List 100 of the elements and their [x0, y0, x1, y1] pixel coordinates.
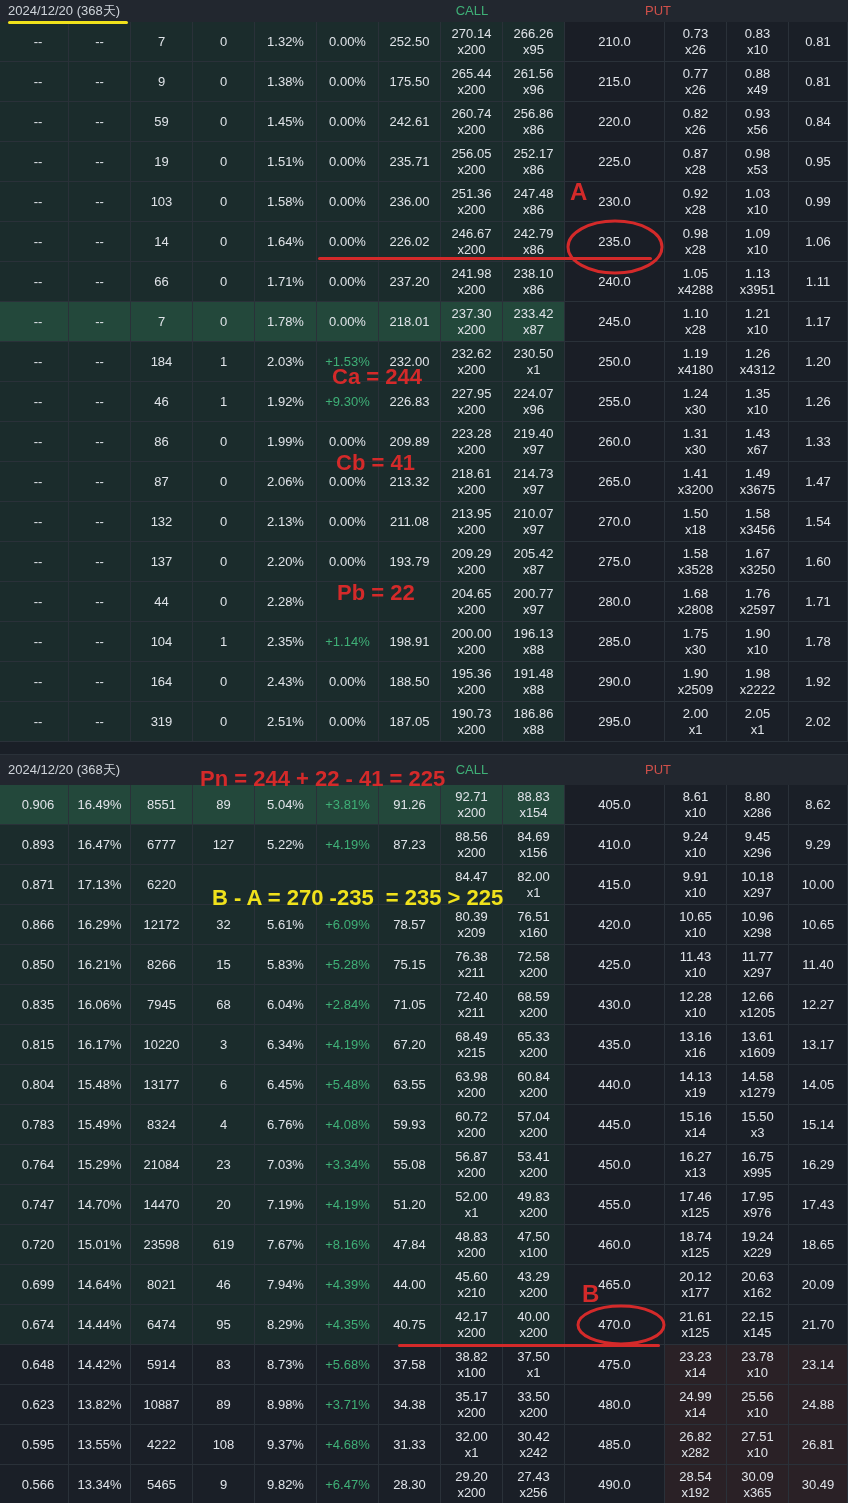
table-cell: 1.17	[789, 302, 848, 342]
quote-value: x13	[685, 1165, 706, 1181]
table-cell: 59.93	[379, 1105, 441, 1145]
quote-value: x10	[747, 642, 768, 658]
quote-value: x1205	[739, 1005, 776, 1021]
quote-value: x3	[750, 1125, 765, 1141]
table-cell: 6220	[131, 865, 193, 905]
quote-value: x10	[747, 402, 768, 418]
quote-value: x28	[685, 242, 706, 258]
table-cell: 24.88	[789, 1385, 848, 1425]
table-cell: 4	[193, 1105, 255, 1145]
table-cell: 7	[131, 302, 193, 342]
quote-value: 186.86	[513, 706, 554, 722]
quote-value: x14	[685, 1365, 706, 1381]
table-cell: 108	[193, 1425, 255, 1465]
table-cell: 0	[193, 182, 255, 222]
quote-value: 16.27	[679, 1149, 712, 1165]
table-cell: 425.0	[565, 945, 665, 985]
table-cell: 0	[193, 262, 255, 302]
quote-value: x2222	[739, 682, 776, 698]
quote-value: 196.13	[513, 626, 554, 642]
quote-value: 9.24	[682, 829, 709, 845]
quote-value: x10	[685, 805, 706, 821]
table-cell: --	[69, 182, 131, 222]
quote-value: 266.26	[513, 26, 554, 42]
quote-value: x10	[747, 202, 768, 218]
quote-value: 22.15	[741, 1309, 774, 1325]
table-cell: 13177	[131, 1065, 193, 1105]
table-cell: --	[0, 542, 69, 582]
table-cell: 0.804	[0, 1065, 69, 1105]
table-cell: 16.29%	[69, 905, 131, 945]
table-cell: --	[69, 622, 131, 662]
quote-value: 32.00	[455, 1429, 488, 1445]
table-cell: 1.78%	[255, 302, 317, 342]
quote-value: x177	[681, 1285, 710, 1301]
table-cell: --	[0, 182, 69, 222]
table-cell: 0.99	[789, 182, 848, 222]
quote-value: x145	[743, 1325, 772, 1341]
table-cell: 1.71%	[255, 262, 317, 302]
quote-value: 256.86	[513, 106, 554, 122]
table-cell: --	[69, 502, 131, 542]
quote-value: x200	[457, 362, 486, 378]
table-cell: --	[69, 302, 131, 342]
table-cell: 0.00%	[317, 182, 379, 222]
quote-value: x10	[685, 965, 706, 981]
table-cell: 15.48%	[69, 1065, 131, 1105]
quote-value: x200	[519, 1125, 548, 1141]
table-cell: 0	[193, 662, 255, 702]
quote-value: 17.46	[679, 1189, 712, 1205]
quote-value: x4180	[677, 362, 714, 378]
table-cell: 8.29%	[255, 1305, 317, 1345]
table-cell: 211.08	[379, 502, 441, 542]
quote-value: x200	[519, 1085, 548, 1101]
table-cell: 1.60	[789, 542, 848, 582]
quote-value: 10.65	[679, 909, 712, 925]
quote-value: x28	[685, 202, 706, 218]
put-label: PUT	[644, 761, 672, 780]
expiry-date[interactable]: 2024/12/20 (368天)	[0, 1, 193, 21]
table-cell: --	[69, 142, 131, 182]
quote-value: x86	[523, 122, 544, 138]
quote-value: 0.88	[744, 66, 771, 82]
quote-value: 72.40	[455, 989, 488, 1005]
table-cell: 1.32%	[255, 22, 317, 62]
table-cell: 0.95	[789, 142, 848, 182]
quote-value: 210.07	[513, 506, 554, 522]
table-cell: --	[69, 22, 131, 62]
call-label: CALL	[454, 761, 490, 780]
table-cell: 242.61	[379, 102, 441, 142]
quote-value: 29.20	[455, 1469, 488, 1485]
table-cell: 1.64%	[255, 222, 317, 262]
quote-value: x1	[526, 1365, 541, 1381]
table-cell: 1.06	[789, 222, 848, 262]
quote-value: 247.48	[513, 186, 554, 202]
table-cell: --	[0, 382, 69, 422]
table-cell: 31.33	[379, 1425, 441, 1465]
quote-value: 214.73	[513, 466, 554, 482]
table-cell: 5.61%	[255, 905, 317, 945]
quote-value: x160	[519, 925, 548, 941]
table-cell: 2.03%	[255, 342, 317, 382]
table-cell: 226.02	[379, 222, 441, 262]
table-cell: 1.92	[789, 662, 848, 702]
table-cell: 0.648	[0, 1345, 69, 1385]
quote-value: 20.63	[741, 1269, 774, 1285]
quote-value: 0.93	[744, 106, 771, 122]
quote-value: 12.28	[679, 989, 712, 1005]
table-cell: 5.83%	[255, 945, 317, 985]
table-cell: --	[0, 502, 69, 542]
quote-value: x3200	[677, 482, 714, 498]
quote-value: 92.71	[455, 789, 488, 805]
quote-value: 60.72	[455, 1109, 488, 1125]
quote-value: x200	[457, 202, 486, 218]
quote-value: 8.80	[744, 789, 771, 805]
table-cell: 44.00	[379, 1265, 441, 1305]
expiry-date[interactable]: 2024/12/20 (368天)	[0, 760, 193, 780]
table-cell: 95	[193, 1305, 255, 1345]
quote-value: 1.58	[744, 506, 771, 522]
table-cell: +5.48%	[317, 1065, 379, 1105]
quote-value: 25.56	[741, 1389, 774, 1405]
quote-value: 195.36	[451, 666, 492, 682]
table-cell: --	[0, 262, 69, 302]
